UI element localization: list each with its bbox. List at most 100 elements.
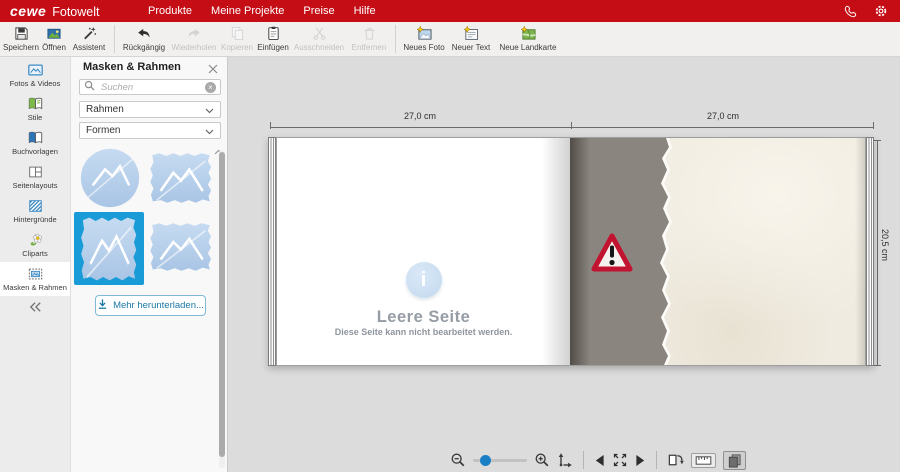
empty-page-subtitle: Diese Seite kann nicht bearbeitet werden… (277, 327, 570, 337)
search-box: × (79, 79, 221, 95)
new-text-button[interactable]: Neuer Text (448, 24, 494, 55)
next-page-icon[interactable] (635, 454, 646, 467)
scissors-icon (312, 26, 327, 41)
clear-search-icon[interactable]: × (205, 82, 216, 93)
view-toolbar (450, 448, 746, 472)
download-more-button[interactable]: Mehr herunterladen... (95, 295, 206, 316)
new-text-icon (463, 26, 479, 41)
search-icon (84, 78, 95, 96)
dimension-label-right-page: 27,0 cm (623, 111, 823, 121)
sidebar-item-fotos-videos[interactable]: Fotos & Videos (0, 58, 70, 92)
right-page[interactable] (570, 137, 866, 366)
redo-button[interactable]: Wiederholen (169, 24, 219, 55)
toolbar-separator (395, 25, 396, 53)
mask-thumbnail-torn-rect-tall[interactable] (74, 212, 144, 285)
page-stack-left (268, 137, 276, 366)
cewe-fotowelt-window: cewe Fotowelt Produkte Meine Projekte Pr… (0, 0, 900, 472)
photobook-spread: i Leere Seite Diese Seite kann nicht bea… (268, 137, 874, 366)
cut-button[interactable]: Ausschneiden (291, 24, 347, 55)
paste-button[interactable]: Einfügen (255, 24, 291, 55)
dimension-label-page-height: 20,5 cm (880, 229, 890, 261)
dimension-line-top (270, 127, 874, 128)
photos-icon (27, 62, 44, 78)
filter-dropdown-rahmen[interactable]: Rahmen (79, 101, 221, 118)
collapse-icon (28, 301, 43, 316)
empty-page-title: Leere Seite (277, 308, 570, 327)
filter-dropdown-formen[interactable]: Formen (79, 122, 221, 139)
sidebar-item-hintergruende[interactable]: Hintergründe (0, 194, 70, 228)
top-menu-bar: cewe Fotowelt Produkte Meine Projekte Pr… (0, 0, 900, 22)
new-photo-icon (416, 26, 433, 41)
prev-page-icon[interactable] (594, 454, 605, 467)
backgrounds-icon (27, 198, 44, 214)
page-flip-icon[interactable] (667, 452, 684, 468)
sidebar-item-stile[interactable]: Stile (0, 92, 70, 126)
phone-icon[interactable] (844, 5, 857, 18)
page-layouts-icon (27, 164, 44, 180)
sidebar-item-cliparts[interactable]: Cliparts (0, 228, 70, 262)
dimension-label-left-page: 27,0 cm (320, 111, 520, 121)
gear-icon[interactable] (874, 4, 888, 18)
panel-scrollbar (219, 150, 225, 468)
mask-thumbnail-torn-rect-small[interactable] (147, 217, 214, 277)
new-photo-button[interactable]: Neues Foto (400, 24, 448, 55)
ruler-toggle-icon[interactable] (691, 453, 716, 468)
save-button[interactable]: Speichern (2, 24, 40, 55)
chevron-down-icon (205, 122, 214, 140)
dimension-line-right (877, 140, 878, 366)
close-icon[interactable] (208, 61, 220, 73)
menu-meine-projekte[interactable]: Meine Projekte (208, 5, 287, 17)
copy-icon (230, 26, 245, 41)
trash-icon (362, 26, 377, 41)
fit-view-icon[interactable] (557, 452, 573, 468)
download-icon (97, 297, 108, 315)
menu-hilfe[interactable]: Hilfe (351, 5, 379, 17)
redo-icon (186, 26, 202, 41)
masks-frames-icon (27, 266, 44, 282)
search-input[interactable] (99, 81, 201, 94)
panel-title: Masken & Rahmen (83, 61, 181, 73)
sidebar-item-buchvorlagen[interactable]: Buchvorlagen (0, 126, 70, 160)
expand-view-icon[interactable] (612, 452, 628, 468)
left-page-empty[interactable]: i Leere Seite Diese Seite kann nicht bea… (276, 137, 570, 366)
tool-sidebar: Fotos & Videos Stile Buchvorlagen Seiten… (0, 57, 70, 472)
cewe-logo: cewe Fotowelt (10, 3, 100, 19)
menu-preise[interactable]: Preise (300, 5, 337, 17)
cliparts-flower-icon (27, 232, 44, 248)
new-map-icon (520, 26, 537, 41)
zoom-out-icon[interactable] (450, 452, 466, 468)
sidebar-item-masken-rahmen[interactable]: Masken & Rahmen (0, 262, 70, 296)
zoom-slider-thumb[interactable] (480, 455, 491, 466)
undo-button[interactable]: Rückgängig (119, 24, 169, 55)
new-map-button[interactable]: Neue Landkarte (494, 24, 562, 55)
sidebar-collapse-button[interactable] (0, 296, 70, 320)
copy-button[interactable]: Kopieren (219, 24, 255, 55)
chevron-down-icon (205, 101, 214, 119)
open-icon (46, 26, 62, 41)
layers-toggle-icon[interactable] (723, 451, 746, 470)
save-icon (14, 26, 29, 41)
main-menu: Produkte Meine Projekte Preise Hilfe (145, 0, 379, 22)
zoom-in-icon[interactable] (534, 452, 550, 468)
delete-button[interactable]: Entfernen (347, 24, 391, 55)
masks-frames-panel: Masken & Rahmen × Rahmen Formen (70, 57, 228, 472)
mask-thumbnail-circle[interactable] (76, 145, 143, 210)
mask-thumbnail-torn-rect[interactable] (147, 145, 214, 210)
logo-brand: cewe (10, 3, 46, 19)
info-icon: i (406, 262, 442, 298)
book-templates-icon (27, 130, 44, 146)
edit-toolbar: Speichern Öffnen Assistent Rückgängig Wi… (0, 22, 900, 57)
open-button[interactable]: Öffnen (40, 24, 68, 55)
assistant-button[interactable]: Assistent (68, 24, 110, 55)
warning-icon (590, 232, 634, 279)
zoom-slider[interactable] (473, 453, 527, 467)
toolbar-separator (114, 25, 115, 53)
scrollbar-thumb[interactable] (219, 152, 225, 457)
styles-book-icon (27, 96, 44, 112)
magic-wand-icon (82, 26, 97, 41)
editor-canvas: 27,0 cm 27,0 cm 20,5 cm i Leere Seite Di… (228, 57, 900, 472)
menu-produkte[interactable]: Produkte (145, 5, 195, 17)
sidebar-item-seitenlayouts[interactable]: Seitenlayouts (0, 160, 70, 194)
page-stack-right (866, 137, 874, 366)
logo-product: Fotowelt (52, 5, 99, 19)
